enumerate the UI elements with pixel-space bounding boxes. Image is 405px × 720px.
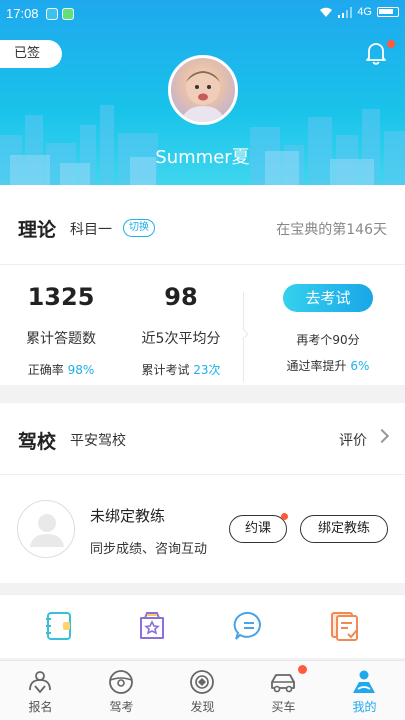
coach-status: 未绑定教练 (90, 507, 166, 525)
days-in-app: 在宝典的第146天 (276, 222, 387, 238)
theory-header: 理论 科目一 切换 在宝典的第146天 (0, 185, 405, 265)
message-icon[interactable] (232, 609, 266, 643)
book-class-badge (281, 513, 288, 520)
subject-label: 科目一 (70, 222, 112, 238)
exam-count-value: 23次 (193, 363, 221, 377)
steering-wheel-icon (109, 670, 133, 694)
tab-buy-car[interactable]: 买车 (243, 661, 324, 720)
stats-divider-notch (237, 328, 249, 340)
review-link[interactable]: 评价 (339, 430, 367, 450)
tab-exam[interactable]: 驾考 (81, 661, 162, 720)
tab-mine[interactable]: 我的 (324, 661, 405, 720)
switch-subject-button[interactable]: 切换 (123, 219, 155, 237)
school-header[interactable]: 驾校 平安驾校 评价 (0, 403, 405, 475)
notebook-icon[interactable] (42, 609, 76, 643)
pass-rate-line: 通过率提升 6% (268, 357, 388, 374)
exam-count-label: 累计考试 (141, 363, 190, 377)
notification-badge (387, 40, 395, 48)
buy-car-badge (298, 665, 307, 674)
tab-discover[interactable]: 发现 (162, 661, 243, 720)
chevron-right-icon (374, 428, 390, 444)
school-title: 驾校 (18, 431, 57, 453)
bind-coach-button[interactable]: 绑定教练 (300, 515, 388, 543)
take-exam-button[interactable]: 去考试 (283, 284, 373, 312)
signed-in-button[interactable]: 已签 (0, 40, 62, 68)
accuracy-label: 正确率 (27, 363, 64, 377)
tab-buy-car-label: 买车 (271, 700, 296, 714)
notification-bell-icon[interactable] (363, 40, 389, 66)
retake-text: 再考个90分 (296, 333, 360, 347)
average-score-label: 近5次平均分 (141, 331, 221, 347)
favorites-box-icon[interactable] (135, 609, 169, 643)
profile-person-icon (353, 670, 375, 693)
tab-mine-label: 我的 (352, 700, 377, 714)
tab-exam-label: 驾考 (109, 700, 134, 714)
quick-actions (0, 594, 405, 658)
answered-count: 1325 (27, 283, 95, 311)
exam-records-icon[interactable] (328, 609, 362, 643)
network-type: 4G (357, 6, 372, 18)
status-bar: 17:08 4G (0, 0, 405, 28)
school-name: 平安驾校 (70, 433, 126, 449)
username[interactable]: Summer夏 (0, 143, 405, 169)
coach-description: 同步成绩、咨询互动 (90, 542, 208, 557)
signup-icon (29, 671, 51, 694)
signal-icon (338, 6, 353, 18)
status-right: 4G (319, 6, 399, 18)
wifi-icon (320, 7, 333, 17)
car-icon (271, 674, 295, 693)
book-class-button[interactable]: 约课 (229, 515, 287, 543)
tab-signup-label: 报名 (28, 700, 53, 714)
exam-count-line: 累计考试 23次 (121, 361, 241, 378)
profile-header: 17:08 4G 已签 Summer夏 (0, 0, 405, 185)
status-time: 17:08 (6, 6, 39, 21)
battery-icon (377, 7, 399, 17)
bottom-tab-bar: 报名 驾考 发现 买车 我的 (0, 660, 405, 720)
accuracy-value: 98% (67, 363, 95, 377)
theory-title: 理论 (18, 219, 57, 241)
app-notification-icon (46, 8, 58, 20)
average-score: 98 (164, 283, 198, 311)
avatar-photo (181, 71, 225, 122)
accuracy-line: 正确率 98% (1, 361, 121, 378)
tab-discover-label: 发现 (190, 700, 215, 714)
tab-signup[interactable]: 报名 (0, 661, 81, 720)
user-avatar[interactable] (168, 55, 238, 125)
theory-card: 理论 科目一 切换 在宝典的第146天 1325 累计答题数 正确率 98% 9… (0, 185, 405, 385)
discover-icon (190, 670, 214, 694)
wechat-notification-icon (62, 8, 74, 20)
pass-rate-label: 通过率提升 (286, 359, 347, 373)
driving-school-card: 驾校 平安驾校 评价 未绑定教练 同步成绩、咨询互动 约课 绑定教练 (0, 403, 405, 583)
answered-label: 累计答题数 (26, 331, 96, 347)
default-avatar-icon (30, 514, 64, 547)
pass-rate-value: 6% (350, 359, 370, 373)
coach-avatar (17, 500, 75, 558)
